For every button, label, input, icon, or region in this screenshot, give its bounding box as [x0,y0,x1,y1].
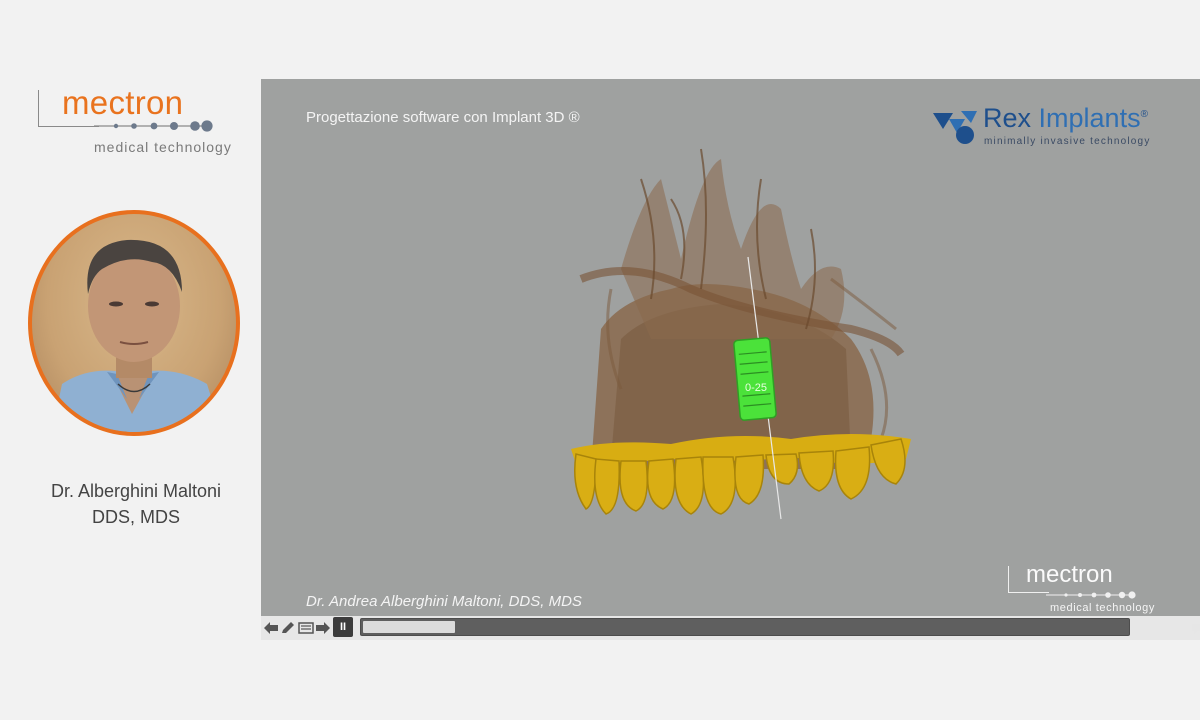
menu-icon[interactable] [298,621,314,635]
logo-dots-icon [94,120,213,132]
watermark-dots-icon [1046,591,1136,599]
player-tools [1185,621,1200,639]
rex-logo-name: Rex Implants® [983,103,1148,134]
watermark-word: mectron [1026,561,1113,588]
mectron-watermark: mectron medical technology [1006,561,1176,622]
seek-bar[interactable] [360,618,1200,636]
mectron-logo-tagline: medical technology [94,139,232,155]
pencil-icon[interactable] [280,621,296,635]
video-title: Progettazione software con Implant 3D ® [306,109,580,126]
pause-icon: II [339,621,347,633]
back-arrow-icon[interactable] [263,621,279,635]
pause-button[interactable]: II [333,617,353,637]
watermark-tagline: medical technology [1050,602,1155,614]
doctor-caption: Dr. Andrea Alberghini Maltoni, DDS, MDS [306,593,582,610]
presenter-webcam [28,210,240,436]
dental-3d-model[interactable]: 0-25 [551,139,941,549]
presenter-avatar [52,239,222,432]
video-player[interactable]: Progettazione software con Implant 3D ® … [261,79,1200,640]
presenter-name-line1: Dr. Alberghini Maltoni [50,481,222,501]
implant-label: 0-25 [745,382,767,394]
player-controls: II [261,616,1200,640]
rex-logo-light: Implants [1038,103,1141,133]
rex-logo-bold: Rex [983,103,1032,133]
mectron-logo: mectron medical technology [36,84,251,156]
presenter-name: Dr. Alberghini Maltoni DDS, MDS [0,478,272,530]
seek-progress [363,621,455,633]
implant-model[interactable]: 0-25 [733,337,777,421]
rex-implants-logo: Rex Implants® minimally invasive technol… [931,103,1171,151]
mectron-logo-word: mectron [62,84,184,121]
rex-logo-reg: ® [1140,109,1148,120]
forward-arrow-icon[interactable] [315,621,331,635]
bone-scan-volume [579,148,905,469]
rex-logo-tagline: minimally invasive technology [984,136,1151,147]
presenter-name-line2: DDS, MDS [91,507,180,527]
chat-icon[interactable] [1191,623,1200,635]
